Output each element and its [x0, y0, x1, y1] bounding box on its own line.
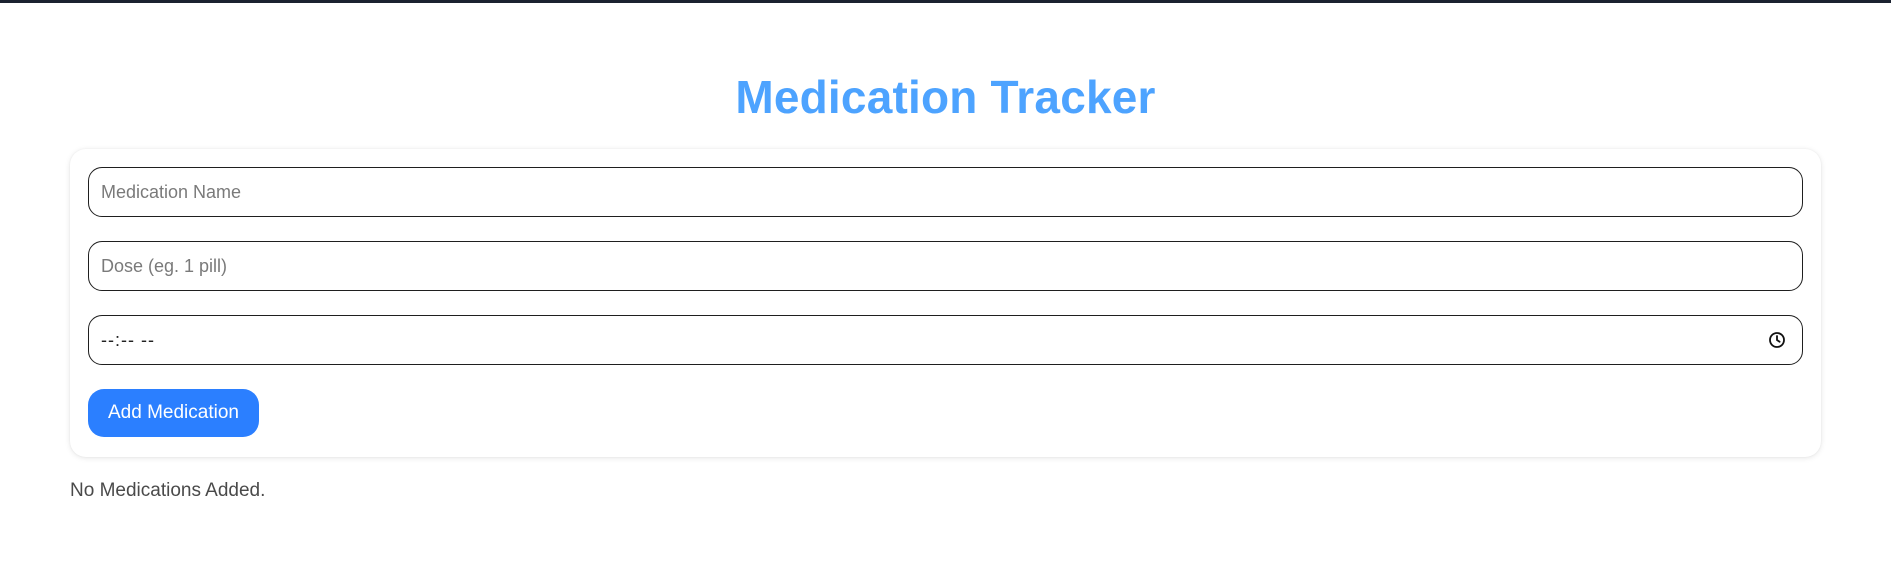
empty-state-message: No Medications Added. [70, 480, 266, 501]
page-title: Medication Tracker [735, 71, 1156, 123]
time-value: --:-- -- [101, 329, 155, 350]
clock-icon[interactable] [1768, 331, 1786, 349]
time-input[interactable]: --:-- -- [88, 315, 1803, 365]
dose-field[interactable] [88, 241, 1803, 291]
add-medication-button[interactable]: Add Medication [88, 389, 259, 437]
dose-input[interactable] [101, 242, 1790, 290]
medication-name-field[interactable] [88, 167, 1803, 217]
medication-name-input[interactable] [101, 168, 1790, 216]
top-bar [0, 0, 1891, 3]
medication-form-card: --:-- -- Add Medication [70, 149, 1821, 457]
